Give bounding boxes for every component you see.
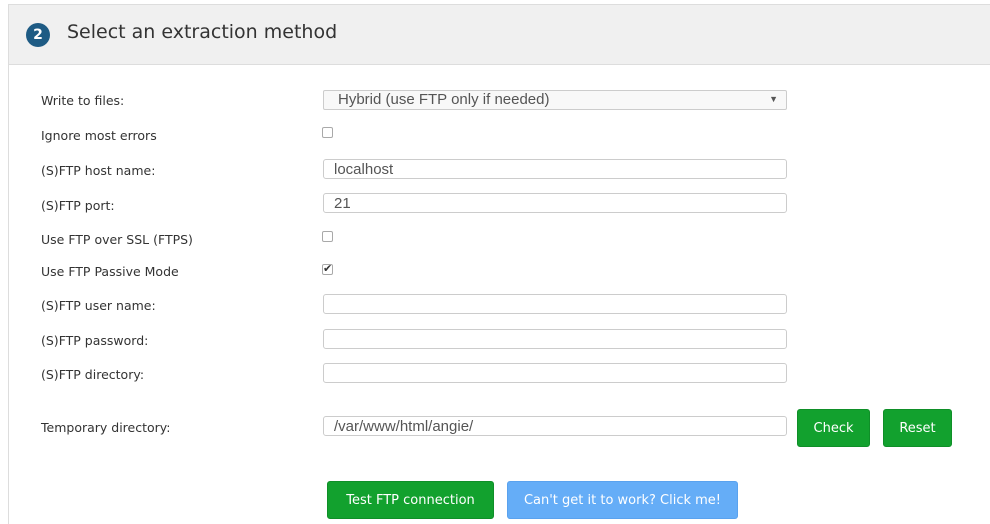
write-to-files-value: Hybrid (use FTP only if needed) — [338, 91, 550, 108]
write-to-files-select[interactable]: Hybrid (use FTP only if needed) ▼ — [323, 90, 787, 110]
help-button[interactable]: Can't get it to work? Click me! — [507, 481, 738, 519]
passive-mode-label: Use FTP Passive Mode — [41, 264, 179, 279]
ftp-port-label: (S)FTP port: — [41, 198, 115, 213]
dropdown-arrow-icon: ▼ — [769, 94, 778, 104]
step-number-badge: 2 — [26, 23, 50, 47]
ftps-label: Use FTP over SSL (FTPS) — [41, 232, 193, 247]
temp-directory-input[interactable] — [323, 416, 787, 436]
check-button[interactable]: Check — [797, 409, 870, 447]
checkmark-icon: ✔ — [323, 262, 333, 275]
ftp-password-label: (S)FTP password: — [41, 333, 149, 348]
ftps-checkbox[interactable] — [322, 231, 333, 242]
ignore-errors-checkbox[interactable] — [322, 127, 333, 138]
temp-directory-label: Temporary directory: — [41, 420, 171, 435]
ignore-errors-label: Ignore most errors — [41, 128, 157, 143]
ftp-port-input[interactable] — [323, 193, 787, 213]
panel-title: Select an extraction method — [67, 21, 338, 43]
ftp-password-input[interactable] — [323, 329, 787, 349]
test-ftp-connection-button[interactable]: Test FTP connection — [327, 481, 494, 519]
passive-mode-checkbox[interactable]: ✔ — [322, 262, 333, 275]
ftp-host-input[interactable] — [323, 159, 787, 179]
ftp-directory-input[interactable] — [323, 363, 787, 383]
ftp-user-label: (S)FTP user name: — [41, 298, 156, 313]
reset-button[interactable]: Reset — [883, 409, 952, 447]
ftp-directory-label: (S)FTP directory: — [41, 367, 145, 382]
panel-header: 2 Select an extraction method — [9, 5, 990, 65]
write-to-files-label: Write to files: — [41, 93, 125, 108]
ftp-user-input[interactable] — [323, 294, 787, 314]
ftp-host-label: (S)FTP host name: — [41, 163, 156, 178]
